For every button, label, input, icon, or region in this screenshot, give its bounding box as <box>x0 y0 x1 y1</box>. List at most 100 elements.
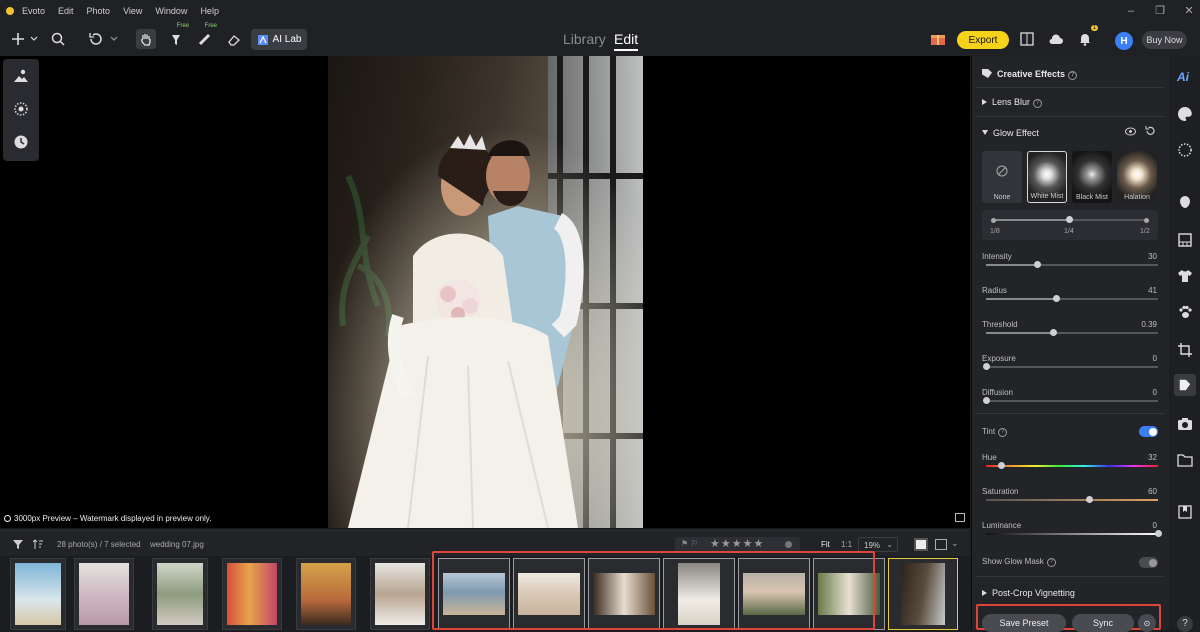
sync-button[interactable]: Sync <box>1072 614 1134 632</box>
reject-flag-icon[interactable]: ⚐ <box>691 539 698 548</box>
chevron-down-icon[interactable]: ⌄ <box>951 538 959 549</box>
glow-strength-slider[interactable] <box>990 216 1149 223</box>
undo-button[interactable] <box>87 29 119 49</box>
camera-icon[interactable] <box>1177 416 1193 432</box>
filter-icon[interactable] <box>13 540 23 549</box>
film-thumb[interactable] <box>74 558 134 630</box>
threshold-slider[interactable] <box>986 329 1158 336</box>
reset-icon[interactable] <box>1145 126 1155 136</box>
tab-edit[interactable]: Edit <box>614 31 639 51</box>
hand-tool-icon[interactable] <box>136 29 156 49</box>
search-icon[interactable] <box>50 29 66 49</box>
add-button[interactable] <box>10 29 40 49</box>
notification-bell-icon[interactable]: 1 <box>1077 25 1098 49</box>
slider-knob[interactable] <box>1066 216 1073 223</box>
creative-effects-tab[interactable] <box>1174 374 1196 396</box>
menu-photo[interactable]: Photo <box>87 6 111 16</box>
preset-white-mist[interactable]: White Mist <box>1027 151 1067 203</box>
info-icon <box>4 515 11 522</box>
ai-lab-button[interactable]: AI Lab <box>251 29 307 50</box>
single-view-icon[interactable] <box>914 538 928 551</box>
menu-window[interactable]: Window <box>155 6 187 16</box>
slider-knob[interactable] <box>1053 295 1061 302</box>
sort-icon[interactable] <box>33 539 43 549</box>
ai-icon[interactable]: Ai <box>1177 70 1193 86</box>
glow-mask-toggle[interactable] <box>1139 557 1158 568</box>
portrait-adjust-icon[interactable] <box>13 68 29 84</box>
crop-icon[interactable] <box>1177 342 1193 358</box>
tab-library[interactable]: Library <box>563 31 606 47</box>
main-photo[interactable] <box>328 56 643 528</box>
patch-tool-icon[interactable]: Free <box>197 23 217 49</box>
bookmark-icon[interactable] <box>1177 504 1193 520</box>
film-thumb[interactable] <box>152 558 208 630</box>
creative-effects-icon <box>982 69 992 78</box>
post-crop-vignetting-section[interactable]: Post-Crop Vignetting <box>982 588 1075 598</box>
divider <box>975 576 1165 577</box>
pet-paw-icon[interactable] <box>1177 304 1193 320</box>
clothing-icon[interactable] <box>1177 268 1193 284</box>
star-rating[interactable]: ★★★★★ <box>710 537 764 550</box>
slider-knob[interactable] <box>997 462 1005 469</box>
saturation-slider[interactable] <box>986 496 1158 503</box>
slider-knob[interactable] <box>1154 530 1162 537</box>
film-thumb-current[interactable] <box>888 558 958 630</box>
slider-knob[interactable] <box>1049 329 1057 336</box>
luminance-slider[interactable] <box>986 530 1162 537</box>
close-icon[interactable]: ✕ <box>1182 4 1196 18</box>
folder-icon[interactable] <box>1177 452 1193 468</box>
color-label-icon[interactable] <box>785 541 792 548</box>
save-preset-button[interactable]: Save Preset <box>982 614 1066 632</box>
zoom-1-1[interactable]: 1:1 <box>841 540 852 549</box>
zoom-fit[interactable]: Fit <box>821 540 830 549</box>
help-icon[interactable]: ? <box>1046 558 1056 567</box>
hue-slider[interactable] <box>986 462 1158 469</box>
film-thumb[interactable] <box>10 558 66 630</box>
face-icon[interactable] <box>1177 194 1193 210</box>
split-view-icon[interactable] <box>1019 29 1035 49</box>
cloud-icon[interactable] <box>1048 29 1064 49</box>
avatar[interactable]: H <box>1115 32 1133 50</box>
compare-view-icon[interactable] <box>955 513 965 522</box>
texture-icon[interactable] <box>13 101 29 117</box>
film-thumb[interactable] <box>222 558 282 630</box>
grid-view-icon[interactable] <box>935 539 947 550</box>
menu-bar: Evoto Edit Photo View Window Help <box>0 0 1200 22</box>
exposure-slider[interactable] <box>982 363 1158 370</box>
retouch-tool-icon[interactable]: Free <box>169 23 189 49</box>
diffusion-slider[interactable] <box>982 397 1158 404</box>
zoom-select[interactable]: 19% ⌄ <box>858 537 898 552</box>
film-thumb[interactable] <box>296 558 356 630</box>
preset-halation[interactable]: Halation <box>1117 151 1157 203</box>
help-icon[interactable]: ? <box>1033 99 1043 108</box>
help-icon[interactable]: ? <box>998 428 1008 437</box>
export-button[interactable]: Export <box>957 31 1009 49</box>
menu-edit[interactable]: Edit <box>58 6 74 16</box>
help-icon[interactable]: ? <box>1068 71 1078 80</box>
tint-toggle[interactable] <box>1139 426 1158 437</box>
slider-knob[interactable] <box>982 363 990 370</box>
film-thumb[interactable] <box>370 558 430 630</box>
menu-view[interactable]: View <box>123 6 142 16</box>
eraser-icon[interactable] <box>226 29 240 49</box>
intensity-slider[interactable] <box>986 261 1158 268</box>
background-icon[interactable] <box>1177 232 1193 248</box>
sync-settings-icon[interactable]: ⊙ <box>1138 614 1156 632</box>
maximize-icon[interactable]: ❐ <box>1153 4 1167 18</box>
palette-icon[interactable] <box>1177 106 1193 122</box>
radius-slider[interactable] <box>986 295 1158 302</box>
lens-blur-section[interactable]: Lens Blur? <box>982 97 1043 108</box>
slider-knob[interactable] <box>1085 496 1093 503</box>
noise-icon[interactable] <box>1177 142 1193 158</box>
flag-icon[interactable]: ⚑ <box>681 539 688 548</box>
preset-black-mist[interactable]: Black Mist <box>1072 151 1112 203</box>
gift-icon[interactable] <box>929 29 947 49</box>
minimize-icon[interactable]: – <box>1124 4 1138 18</box>
glow-effect-section[interactable]: Glow Effect <box>982 128 1039 138</box>
visibility-eye-icon[interactable] <box>1125 127 1136 136</box>
slider-knob[interactable] <box>982 397 990 404</box>
preset-none[interactable]: None <box>982 151 1022 203</box>
menu-help[interactable]: Help <box>200 6 219 16</box>
buy-now-button[interactable]: Buy Now <box>1142 31 1187 49</box>
history-clock-icon[interactable] <box>13 134 29 150</box>
